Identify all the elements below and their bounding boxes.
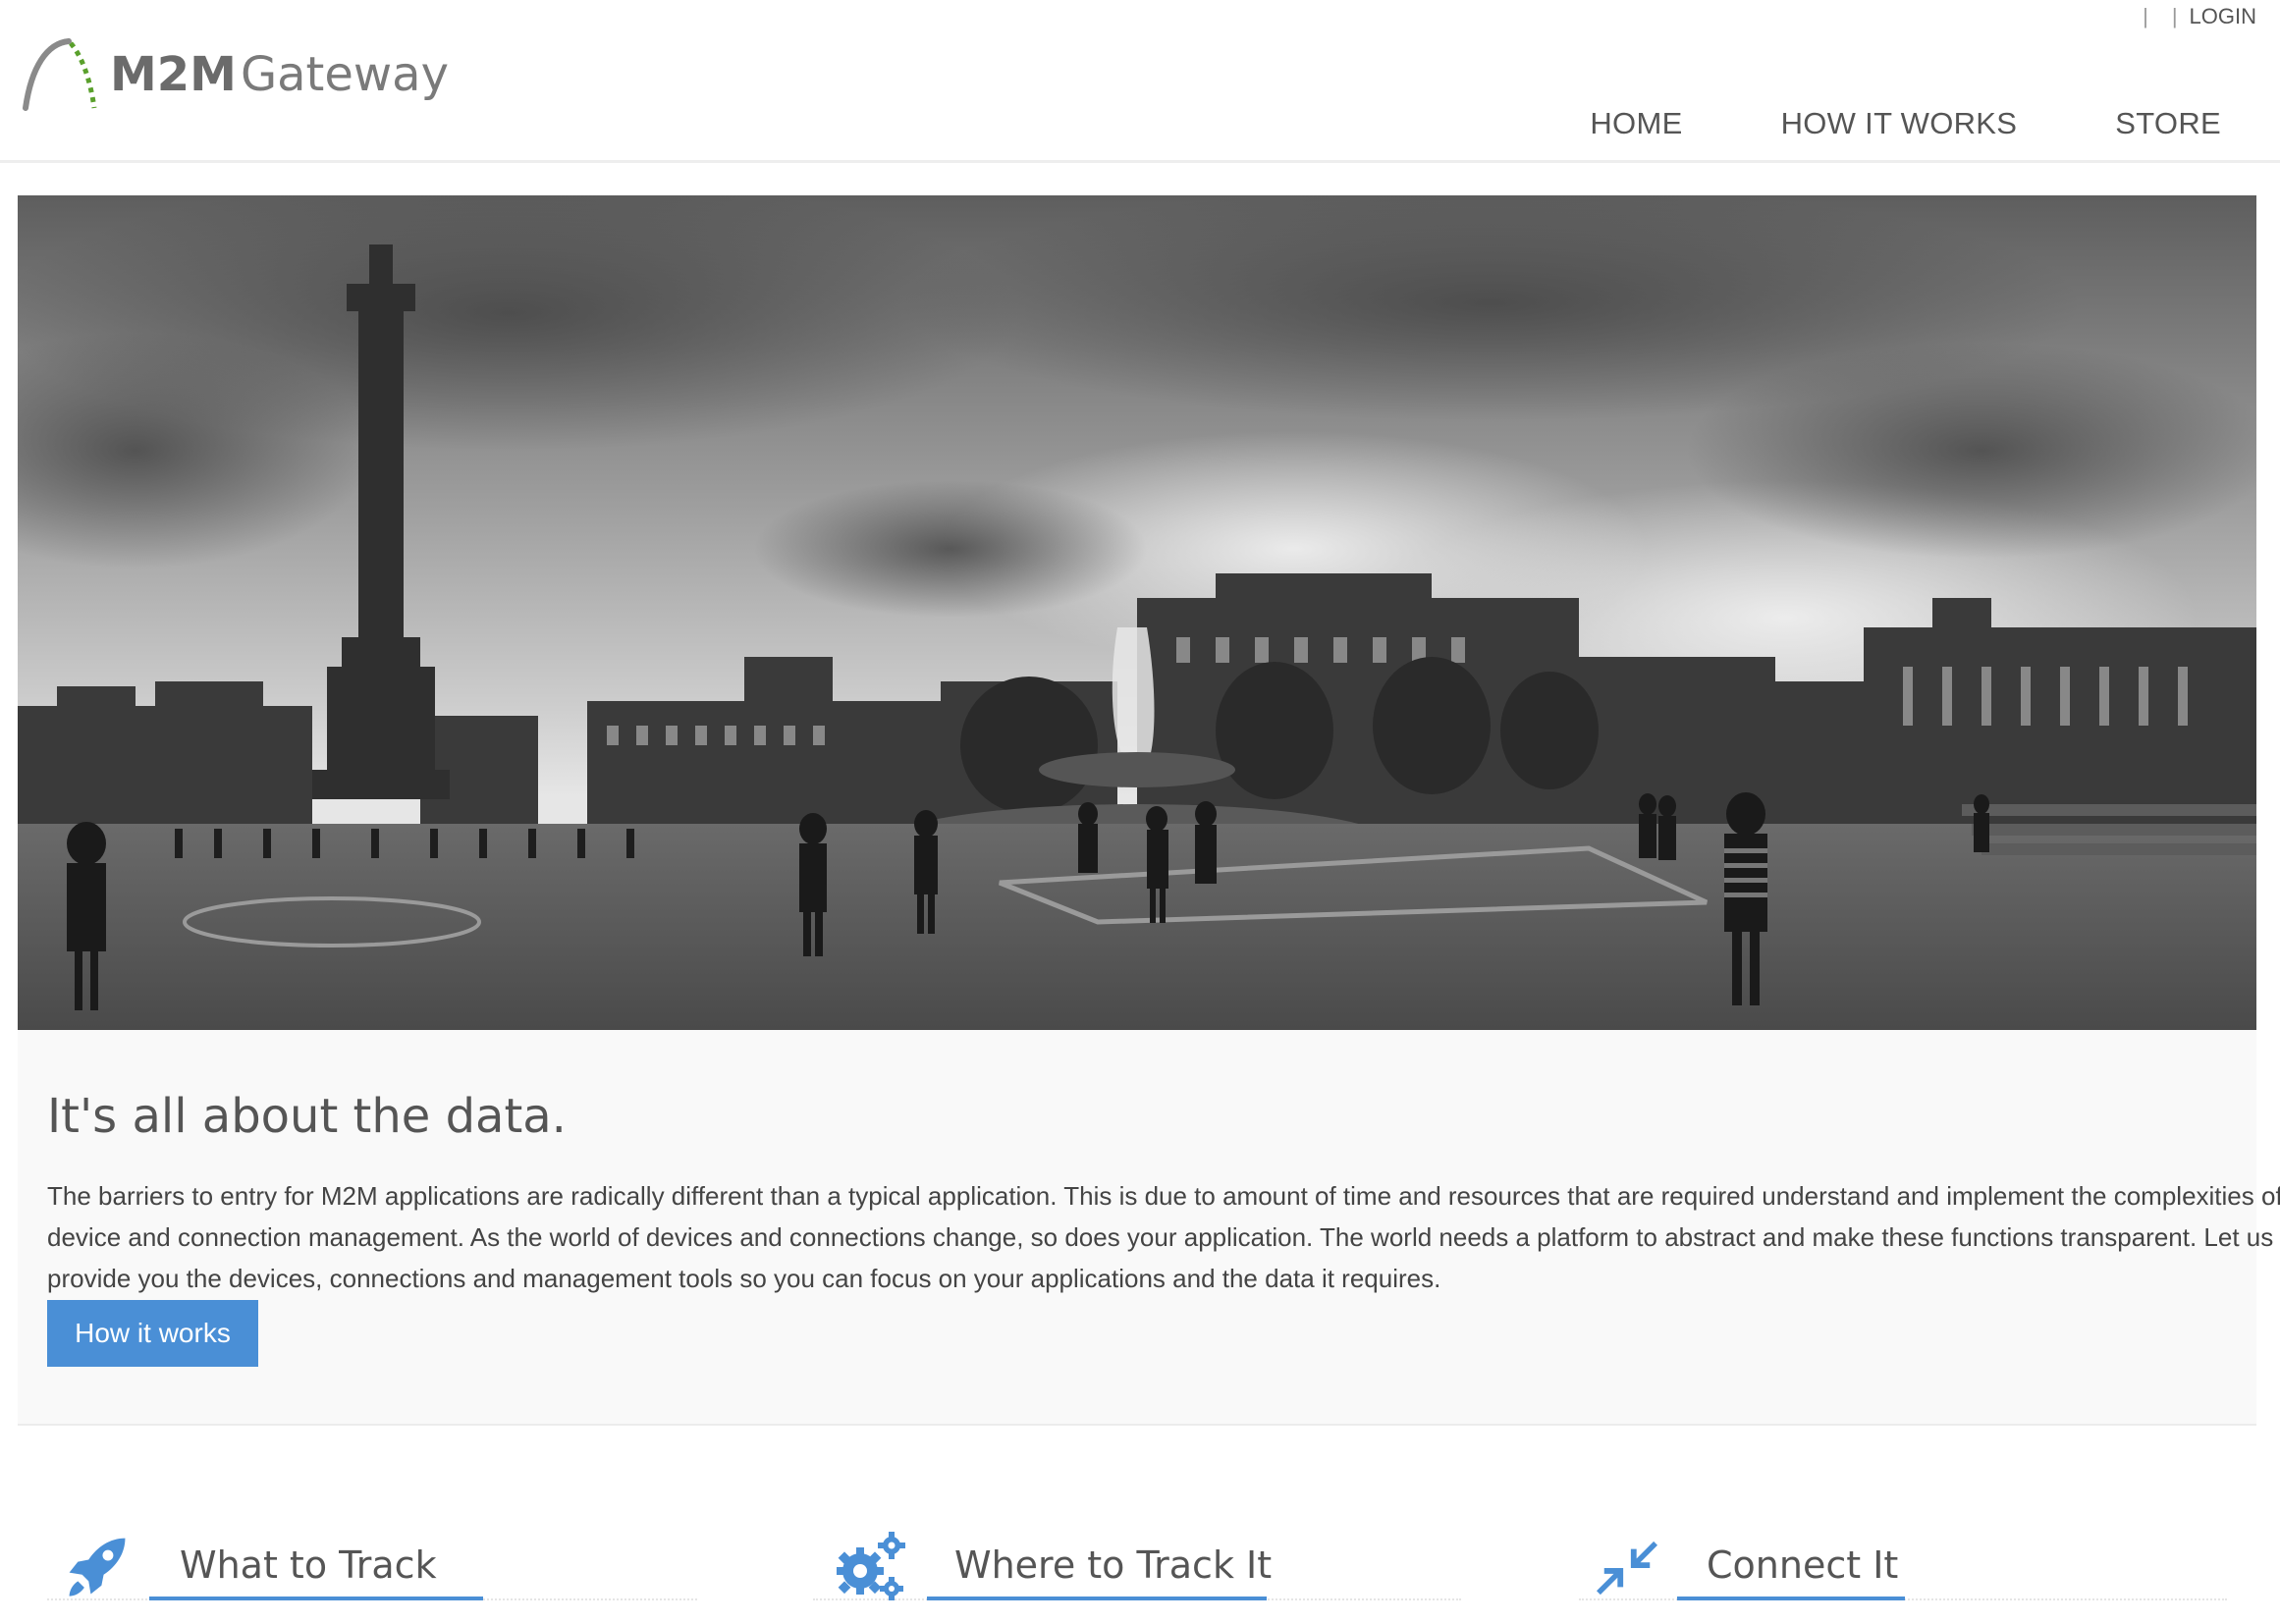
feature-label: Where to Track It xyxy=(954,1543,1273,1587)
feature-underline xyxy=(1677,1597,1905,1600)
how-it-works-button[interactable]: How it works xyxy=(47,1300,258,1367)
intro-heading: It's all about the data. xyxy=(47,1089,567,1144)
feature-underline xyxy=(149,1597,483,1600)
main-nav: HOME HOW IT WORKS STORE xyxy=(1492,106,2221,141)
nav-how-it-works[interactable]: HOW IT WORKS xyxy=(1781,106,2018,141)
utility-separator: | xyxy=(2171,4,2178,28)
utility-separator: | xyxy=(2143,4,2148,28)
site-header: M2MGateway | | LOGIN HOME HOW IT WORKS S… xyxy=(0,0,2280,163)
logo[interactable]: M2MGateway xyxy=(22,35,449,114)
logo-gateway: Gateway xyxy=(240,47,449,102)
intro-section: It's all about the data. The barriers to… xyxy=(18,1030,2280,1426)
hero-image xyxy=(18,195,2256,1030)
compress-arrows-icon xyxy=(1597,1541,1657,1596)
hero-photo xyxy=(18,195,2256,1030)
features-row: What to Track Where to Track It Connect … xyxy=(0,1512,2280,1624)
feature-label: Connect It xyxy=(1707,1543,1899,1587)
utility-bar: | | LOGIN xyxy=(2131,4,2256,29)
feature-connect-it[interactable]: Connect It xyxy=(1579,1512,2227,1620)
feature-underline xyxy=(927,1597,1267,1600)
logo-text: M2MGateway xyxy=(110,47,449,102)
nav-store[interactable]: STORE xyxy=(2115,106,2221,141)
login-link[interactable]: LOGIN xyxy=(2190,4,2256,29)
feature-where-to-track-it[interactable]: Where to Track It xyxy=(813,1512,1461,1620)
intro-body: The barriers to entry for M2M applicatio… xyxy=(47,1181,2280,1293)
rocket-icon xyxy=(69,1538,126,1597)
logo-m2m: M2M xyxy=(110,47,237,102)
nav-home[interactable]: HOME xyxy=(1590,106,1682,141)
feature-label: What to Track xyxy=(180,1543,437,1587)
feature-what-to-track[interactable]: What to Track xyxy=(47,1512,697,1620)
gears-icon xyxy=(837,1532,905,1600)
arch-logo-icon xyxy=(23,38,97,111)
